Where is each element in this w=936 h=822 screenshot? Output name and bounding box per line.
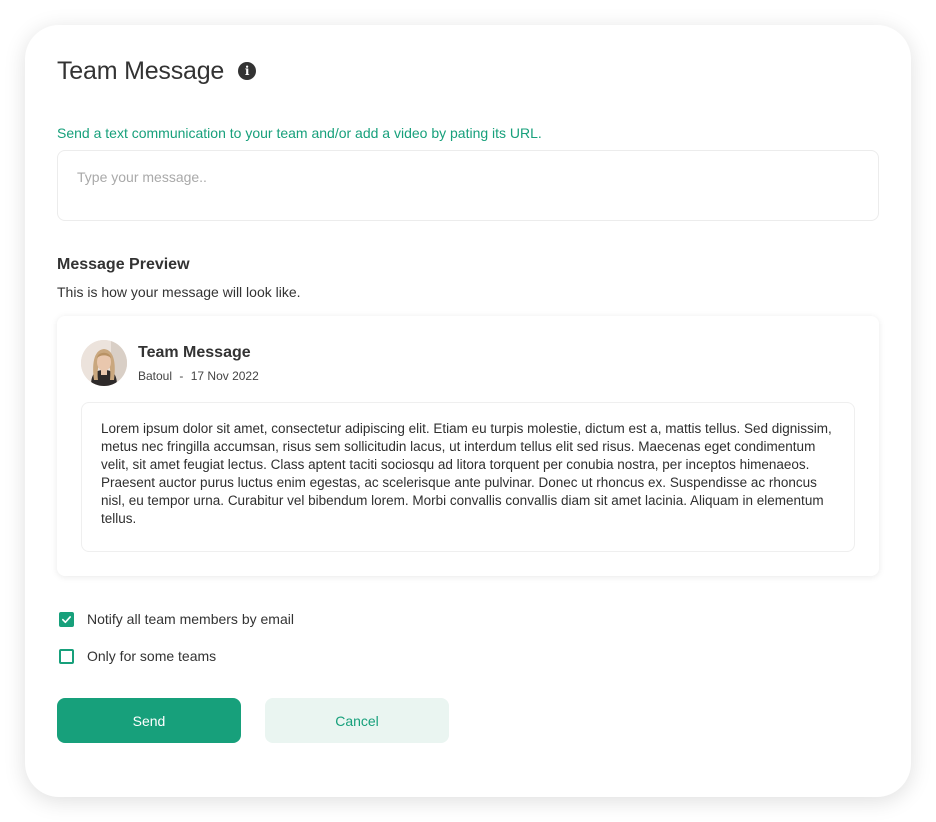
post-date: 17 Nov 2022 <box>190 369 259 383</box>
checkmark-icon <box>62 615 71 623</box>
option-some-teams[interactable]: Only for some teams <box>57 645 294 667</box>
message-input[interactable] <box>57 150 879 221</box>
notify-all-checkbox[interactable] <box>59 611 74 627</box>
info-icon[interactable]: i <box>238 62 257 80</box>
preview-author-meta: Batoul - 17 Nov 2022 <box>138 369 259 383</box>
some-teams-label: Only for some teams <box>87 648 217 664</box>
some-teams-checkbox[interactable] <box>59 648 74 664</box>
composer-instructions: Send a text communication to your team a… <box>57 125 542 141</box>
option-notify-all[interactable]: Notify all team members by email <box>57 608 294 630</box>
team-message-card: Team Message i Send a text communication… <box>25 25 911 797</box>
preview-heading: Message Preview <box>57 256 190 273</box>
cancel-button[interactable]: Cancel <box>265 698 449 743</box>
preview-subheading: This is how your message will look like. <box>57 284 301 300</box>
notify-all-label: Notify all team members by email <box>87 611 294 627</box>
notification-options: Notify all team members by email Only fo… <box>57 608 294 682</box>
title-row: Team Message i <box>57 55 257 87</box>
message-preview-card: Team Message Batoul - 17 Nov 2022 Lorem … <box>57 316 879 576</box>
avatar <box>81 340 127 386</box>
page-title: Team Message <box>57 56 225 85</box>
meta-separator: - <box>179 369 184 383</box>
preview-message-body: Lorem ipsum dolor sit amet, consectetur … <box>81 402 855 552</box>
send-button[interactable]: Send <box>57 698 241 743</box>
avatar-portrait-image <box>81 340 127 386</box>
preview-card-title: Team Message <box>138 344 251 361</box>
author-name: Batoul <box>138 369 173 383</box>
